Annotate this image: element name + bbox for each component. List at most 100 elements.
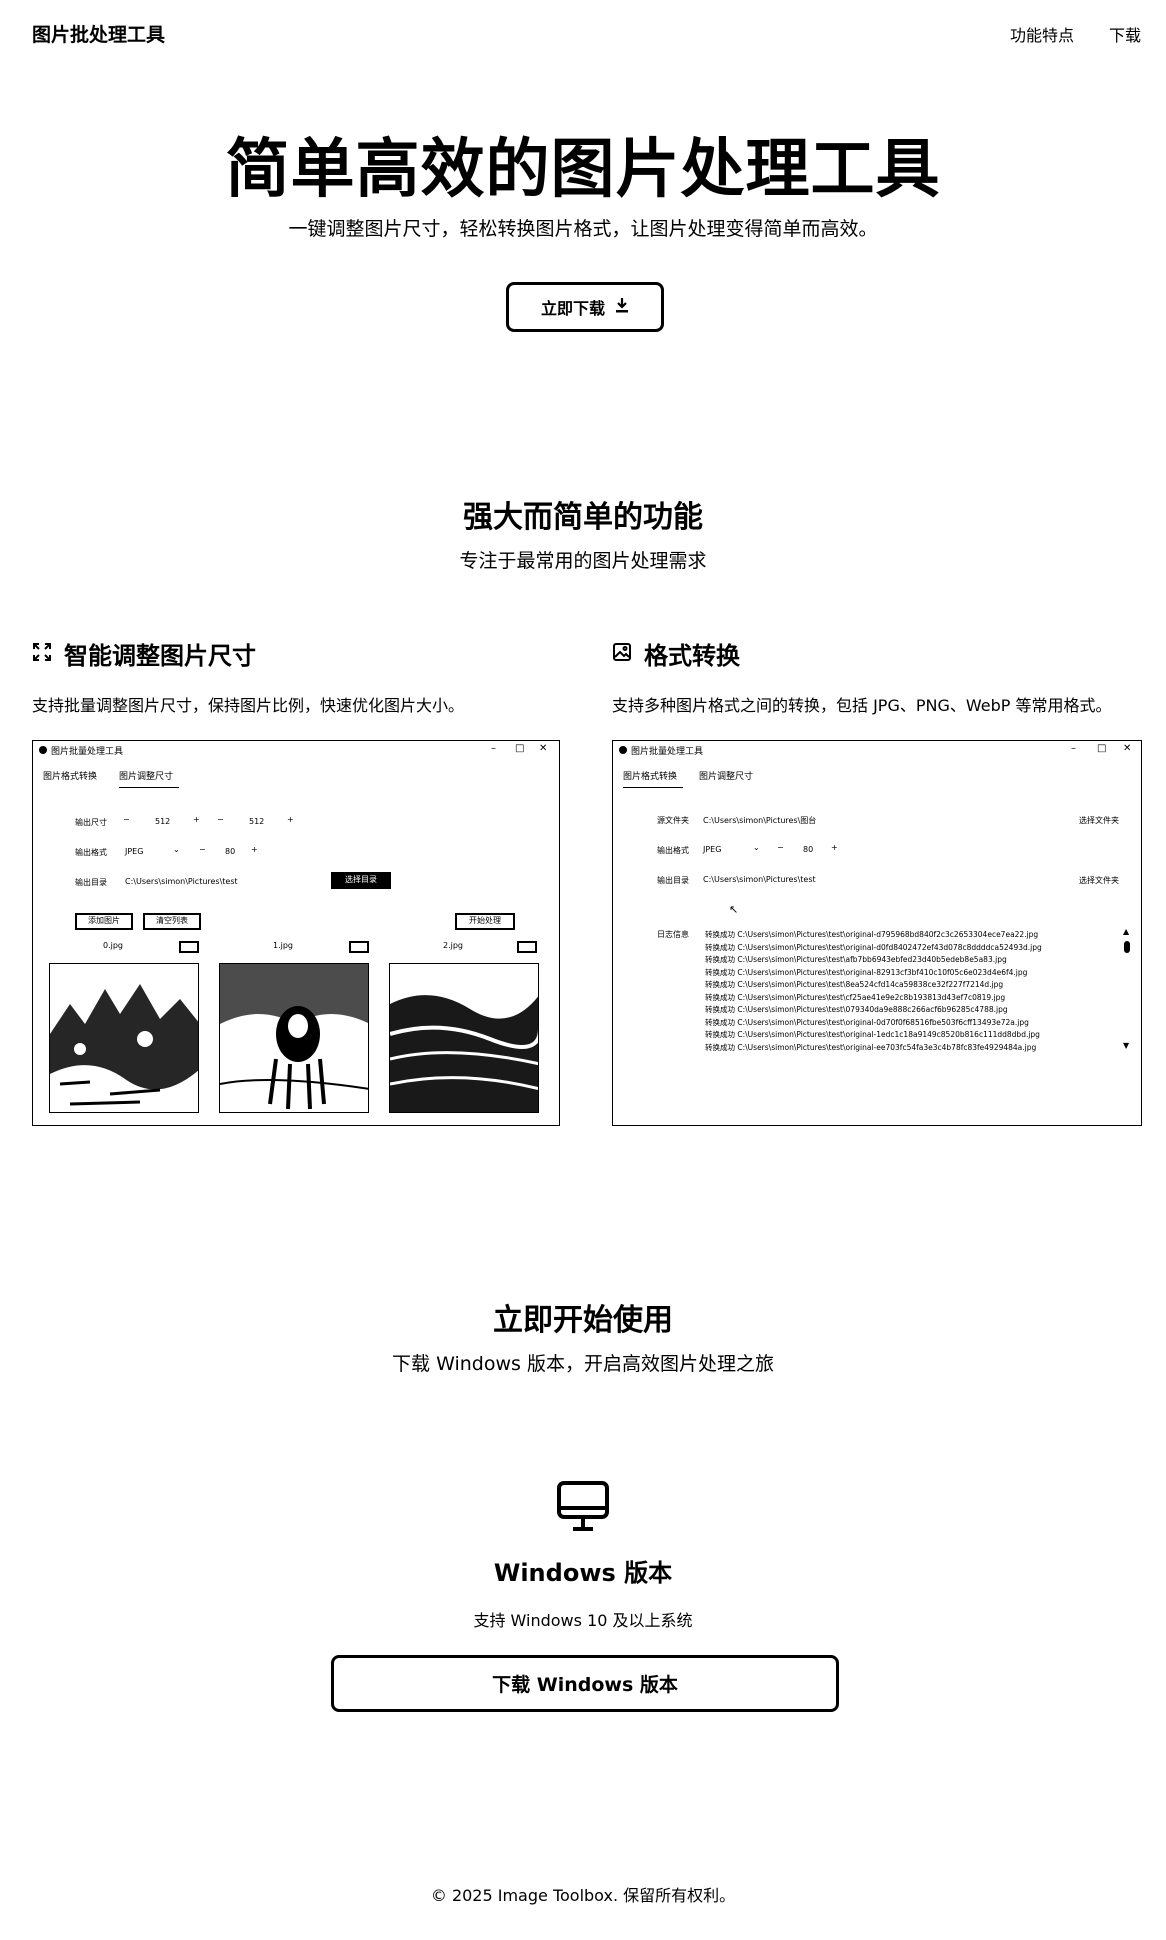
close-icon[interactable]: ✕ — [1123, 743, 1131, 754]
expand-icon — [32, 640, 52, 668]
select-dir-button[interactable]: 选择文件夹 — [1079, 875, 1119, 886]
features-title: 强大而简单的功能 — [463, 500, 703, 535]
log-label: 日志信息 — [657, 930, 689, 939]
log-line: 转换成功 C:\Users\simon\Pictures\test\afb7bb… — [705, 955, 1007, 964]
log-line: 转换成功 C:\Users\simon\Pictures\test\origin… — [705, 1030, 1040, 1039]
feature-resize-desc: 支持批量调整图片尺寸，保持图片比例，快速优化图片大小。 — [32, 696, 465, 715]
image-filename: 2.jpg — [443, 941, 464, 950]
screenshot-titlebar: 图片批量处理工具 — [33, 741, 559, 759]
image-filename: 1.jpg — [273, 941, 294, 950]
hero-download-label: 立即下载 — [540, 299, 605, 318]
image-thumbnail — [219, 963, 369, 1113]
cursor-icon: ↖ — [729, 903, 739, 916]
remove-image-button[interactable] — [349, 941, 369, 953]
window-title: 图片批量处理工具 — [631, 746, 704, 757]
height-decrement-button[interactable]: − — [217, 815, 224, 824]
tab-resize[interactable]: 图片调整尺寸 — [119, 769, 179, 788]
maximize-icon[interactable]: □ — [515, 743, 524, 754]
download-windows-button[interactable]: 下载 Windows 版本 — [331, 1655, 839, 1712]
close-icon[interactable]: ✕ — [539, 743, 547, 754]
scrollbar-thumb[interactable] — [1124, 941, 1130, 953]
footer-copyright: © 2025 Image Toolbox. 保留所有权利。 — [430, 1886, 736, 1905]
image-thumbnail — [49, 963, 199, 1113]
quality-decrement-button[interactable]: − — [199, 845, 206, 854]
nav-link-features[interactable]: 功能特点 — [1010, 22, 1074, 46]
nav-link-download[interactable]: 下载 — [1109, 22, 1141, 46]
src-label: 源文件夹 — [657, 816, 689, 825]
scroll-down-icon[interactable]: ▼ — [1123, 1041, 1129, 1050]
quality-value[interactable]: 80 — [225, 847, 235, 856]
window-title: 图片批量处理工具 — [51, 746, 124, 757]
image-thumbnail — [389, 963, 539, 1113]
dir-label: 输出目录 — [75, 878, 107, 887]
format-label: 输出格式 — [657, 846, 689, 855]
dir-value: C:\Users\simon\Pictures\test — [125, 877, 238, 886]
dir-value: C:\Users\simon\Pictures\test — [703, 875, 816, 884]
start-subtitle: 下载 Windows 版本，开启高效图片处理之旅 — [392, 1353, 774, 1375]
image-icon — [612, 640, 632, 668]
screenshot-titlebar: 图片批量处理工具 — [613, 741, 1141, 759]
download-subtitle: 支持 Windows 10 及以上系统 — [473, 1611, 693, 1630]
resize-app-screenshot: 图片批量处理工具 – □ ✕ 图片格式转换 图片调整尺寸 输出尺寸 − 512 … — [32, 740, 560, 1126]
log-line: 转换成功 C:\Users\simon\Pictures\test\origin… — [705, 1017, 1029, 1027]
start-process-button[interactable]: 开始处理 — [455, 913, 515, 930]
hero-subtitle: 一键调整图片尺寸，轻松转换图片格式，让图片处理变得简单而高效。 — [288, 218, 878, 240]
format-label: 输出格式 — [75, 848, 107, 857]
browse-dir-button[interactable]: 选择目录 — [331, 872, 391, 889]
tab-format-convert[interactable]: 图片格式转换 — [623, 769, 683, 788]
feature-convert-label: 格式转换 — [644, 642, 740, 670]
quality-value[interactable]: 80 — [803, 845, 813, 854]
feature-convert-title: 格式转换 — [612, 636, 740, 671]
minimize-icon[interactable]: – — [491, 743, 496, 754]
image-filename: 0.jpg — [103, 941, 124, 950]
chevron-down-icon[interactable]: ⌄ — [173, 845, 180, 854]
log-line: 转换成功 C:\Users\simon\Pictures\test\079340… — [705, 1005, 1008, 1014]
tab-resize[interactable]: 图片调整尺寸 — [699, 769, 753, 782]
width-decrement-button[interactable]: − — [123, 815, 130, 824]
feature-resize-label: 智能调整图片尺寸 — [64, 642, 256, 670]
brand-title: 图片批处理工具 — [32, 24, 166, 46]
height-value[interactable]: 512 — [249, 817, 264, 826]
chevron-down-icon[interactable]: ⌄ — [753, 843, 760, 852]
src-value: C:\Users\simon\Pictures\图台 — [703, 816, 817, 825]
features-subtitle: 专注于最常用的图片处理需求 — [459, 550, 707, 572]
log-line: 转换成功 C:\Users\simon\Pictures\test\8ea524… — [705, 980, 1004, 989]
download-windows-label: 下载 Windows 版本 — [492, 1674, 678, 1696]
start-title: 立即开始使用 — [493, 1303, 673, 1338]
hero-download-button[interactable]: 立即下载 — [506, 282, 664, 332]
quality-increment-button[interactable]: + — [251, 845, 258, 854]
log-textarea[interactable]: 转换成功 C:\Users\simon\Pictures\test\origin… — [705, 929, 1085, 1054]
download-title: Windows 版本 — [493, 1559, 673, 1587]
log-line: 转换成功 C:\Users\simon\Pictures\test\origin… — [705, 930, 1039, 939]
log-line: 转换成功 C:\Users\simon\Pictures\test\origin… — [705, 942, 1042, 952]
width-value[interactable]: 512 — [155, 817, 170, 826]
width-increment-button[interactable]: + — [193, 815, 200, 824]
log-line: 转换成功 C:\Users\simon\Pictures\test\cf25ae… — [705, 992, 1006, 1002]
convert-app-screenshot: 图片批量处理工具 – □ ✕ 图片格式转换 图片调整尺寸 源文件夹 C:\Use… — [612, 740, 1142, 1126]
download-icon — [615, 297, 629, 317]
quality-decrement-button[interactable]: − — [777, 843, 784, 852]
quality-increment-button[interactable]: + — [831, 843, 838, 852]
select-src-button[interactable]: 选择文件夹 — [1079, 815, 1119, 826]
size-label: 输出尺寸 — [75, 818, 107, 827]
app-logo-icon — [619, 746, 627, 754]
scroll-up-icon[interactable]: ▲ — [1123, 927, 1129, 936]
maximize-icon[interactable]: □ — [1097, 743, 1106, 754]
log-line: 转换成功 C:\Users\simon\Pictures\test\origin… — [705, 967, 1028, 977]
monitor-icon — [555, 1478, 611, 1538]
minimize-icon[interactable]: – — [1071, 743, 1076, 754]
remove-image-button[interactable] — [517, 941, 537, 953]
clear-list-button[interactable]: 清空列表 — [143, 913, 201, 930]
format-select[interactable]: JPEG — [703, 845, 721, 854]
log-line: 转换成功 C:\Users\simon\Pictures\test\origin… — [705, 1042, 1037, 1052]
add-images-button[interactable]: 添加图片 — [75, 913, 133, 930]
dir-label: 输出目录 — [657, 876, 689, 885]
format-select[interactable]: JPEG — [125, 847, 143, 856]
tab-format-convert[interactable]: 图片格式转换 — [43, 769, 97, 782]
hero-title: 简单高效的图片处理工具 — [225, 133, 941, 207]
feature-resize-title: 智能调整图片尺寸 — [32, 636, 256, 671]
remove-image-button[interactable] — [179, 941, 199, 953]
height-increment-button[interactable]: + — [287, 815, 294, 824]
app-logo-icon — [39, 746, 47, 754]
feature-convert-desc: 支持多种图片格式之间的转换，包括 JPG、PNG、WebP 等常用格式。 — [612, 696, 1112, 715]
